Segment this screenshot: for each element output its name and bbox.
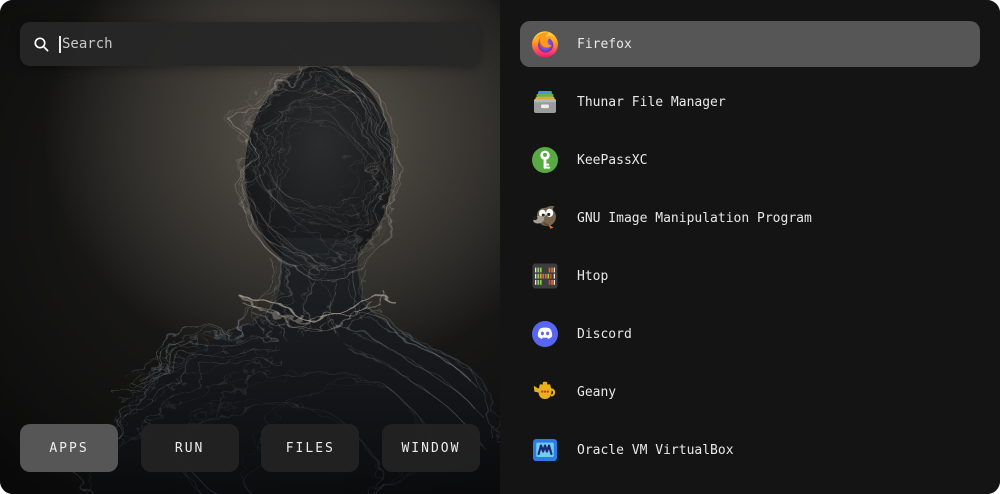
app-item-label: Geany (577, 385, 616, 400)
firefox-icon (530, 29, 560, 59)
search-bar[interactable] (20, 22, 480, 66)
mode-tabs: APPS RUN FILES WINDOW (0, 424, 500, 472)
app-item-label: KeePassXC (577, 153, 647, 168)
thread-bust-illustration (0, 0, 500, 494)
tab-files[interactable]: FILES (261, 424, 359, 472)
app-item-label: Firefox (577, 37, 632, 52)
app-list-panel: Firefox Thunar File Manager KeePassXC GN… (500, 0, 1000, 494)
app-list-item-firefox[interactable]: Firefox (520, 21, 980, 67)
app-list-item-thunar-file-manager[interactable]: Thunar File Manager (520, 79, 980, 125)
app-item-label: Thunar File Manager (577, 95, 726, 110)
text-caret (59, 36, 61, 53)
keepassxc-icon (530, 145, 560, 175)
tab-run[interactable]: RUN (141, 424, 239, 472)
thunar-icon (530, 87, 560, 117)
app-list-item-gnu-image-manipulation-program[interactable]: GNU Image Manipulation Program (520, 195, 980, 241)
gimp-icon (530, 203, 560, 233)
search-input[interactable] (62, 36, 467, 52)
virtualbox-icon (530, 435, 560, 465)
left-panel: APPS RUN FILES WINDOW (0, 0, 500, 494)
app-item-label: Oracle VM VirtualBox (577, 443, 734, 458)
app-item-label: Htop (577, 269, 608, 284)
app-list-item-keepassxc[interactable]: KeePassXC (520, 137, 980, 183)
app-list: Firefox Thunar File Manager KeePassXC GN… (500, 0, 1000, 494)
app-list-item-htop[interactable]: Htop (520, 253, 980, 299)
discord-icon (530, 319, 560, 349)
tab-window[interactable]: WINDOW (382, 424, 480, 472)
app-list-item-geany[interactable]: Geany (520, 369, 980, 415)
app-item-label: Discord (577, 327, 632, 342)
app-list-item-oracle-vm-virtualbox[interactable]: Oracle VM VirtualBox (520, 427, 980, 473)
app-list-item-discord[interactable]: Discord (520, 311, 980, 357)
launcher-window: APPS RUN FILES WINDOW Firefox Thunar File M… (0, 0, 1000, 494)
tab-apps[interactable]: APPS (20, 424, 118, 472)
geany-icon (530, 377, 560, 407)
search-icon (33, 36, 50, 53)
htop-icon (530, 261, 560, 291)
background-artwork (0, 0, 500, 494)
app-item-label: GNU Image Manipulation Program (577, 211, 812, 226)
